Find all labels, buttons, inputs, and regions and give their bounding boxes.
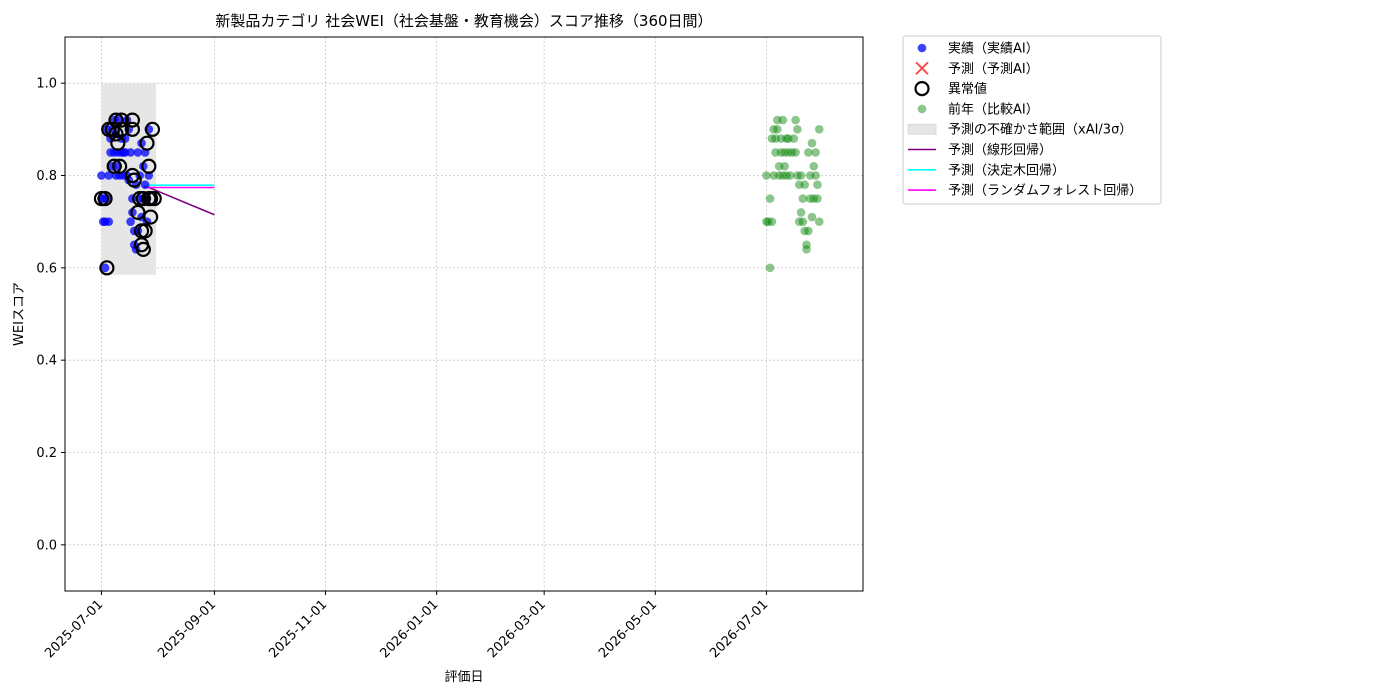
- legend-label: 前年（比較AI）: [948, 101, 1039, 117]
- previous-year-point: [811, 171, 820, 180]
- previous-year-point: [767, 217, 777, 226]
- plot-frame: [64, 36, 864, 592]
- previous-year-point: [800, 180, 809, 190]
- previous-year-point: [793, 125, 802, 134]
- legend-label: 予測の不確かさ範囲（xAI/3σ）: [948, 122, 1132, 138]
- previous-year-point: [791, 148, 800, 157]
- previous-year-point: [773, 125, 782, 134]
- y-tick-label: 0.2: [36, 446, 57, 461]
- legend-label: 予測（予測AI）: [948, 62, 1039, 77]
- previous-year-point: [807, 212, 817, 222]
- previous-year-point: [796, 171, 806, 180]
- previous-year-point: [791, 115, 800, 125]
- legend-swatch: [917, 104, 927, 114]
- previous-year-point: [798, 217, 808, 226]
- chart: 新製品カテゴリ 社会WEI（社会基盤・教育機会）スコア推移（360日間） 202…: [12, 12, 1162, 685]
- y-tick-label: 0.4: [36, 354, 57, 369]
- previous-year-point: [807, 138, 817, 148]
- previous-year-point: [789, 134, 799, 143]
- chart-title: 新製品カテゴリ 社会WEI（社会基盤・教育機会）スコア推移（360日間）: [215, 12, 712, 30]
- y-axis-ticks: 0.0 0.2 0.4 0.6 0.8 1.0: [36, 77, 65, 553]
- x-tick-label: 2025-11-01: [266, 597, 330, 661]
- previous-year-point: [814, 125, 824, 134]
- grid-lines: [65, 37, 863, 591]
- previous-year-points: [762, 115, 824, 273]
- actual-point: [140, 180, 150, 190]
- x-tick-label: 2026-01-01: [377, 597, 441, 661]
- legend-swatch: [907, 123, 937, 135]
- x-axis-ticks: 2025-07-01 2025-09-01 2025-11-01 2026-01-01…: [42, 591, 771, 661]
- y-axis-label: WEIスコア: [12, 282, 27, 346]
- legend-label: 予測（決定木回帰）: [948, 162, 1065, 178]
- legend-label: 予測（ランダムフォレスト回帰）: [948, 183, 1142, 199]
- x-tick-label: 2026-07-01: [707, 597, 771, 661]
- previous-year-point: [765, 263, 775, 273]
- previous-year-point: [811, 148, 820, 157]
- previous-year-point: [796, 208, 806, 217]
- previous-year-point: [813, 194, 822, 203]
- previous-year-point: [802, 245, 811, 254]
- previous-year-point: [809, 161, 819, 171]
- legend-label: 予測（線形回帰）: [948, 142, 1052, 158]
- x-tick-label: 2026-05-01: [596, 597, 660, 661]
- y-tick-label: 0.8: [36, 169, 57, 184]
- x-tick-label: 2025-07-01: [42, 597, 106, 661]
- legend-swatch: [917, 43, 927, 53]
- previous-year-point: [780, 161, 789, 171]
- previous-year-point: [804, 226, 813, 236]
- x-tick-label: 2026-03-01: [485, 597, 549, 661]
- y-tick-label: 1.0: [36, 77, 57, 92]
- previous-year-point: [814, 217, 824, 226]
- x-tick-label: 2025-09-01: [155, 597, 219, 661]
- previous-year-point: [765, 194, 775, 203]
- previous-year-point: [778, 115, 788, 125]
- y-tick-label: 0.6: [36, 261, 57, 276]
- y-tick-label: 0.0: [36, 538, 57, 553]
- legend: 実績（実績AI） 予測（予測AI） 異常値前年（比較AI） 予測の不確かさ範囲（xAI…: [902, 35, 1162, 205]
- x-axis-label: 評価日: [444, 670, 483, 685]
- legend-label: 実績（実績AI）: [948, 41, 1039, 57]
- previous-year-point: [813, 180, 822, 190]
- actual-point: [104, 217, 114, 226]
- legend-label: 異常値: [948, 81, 987, 97]
